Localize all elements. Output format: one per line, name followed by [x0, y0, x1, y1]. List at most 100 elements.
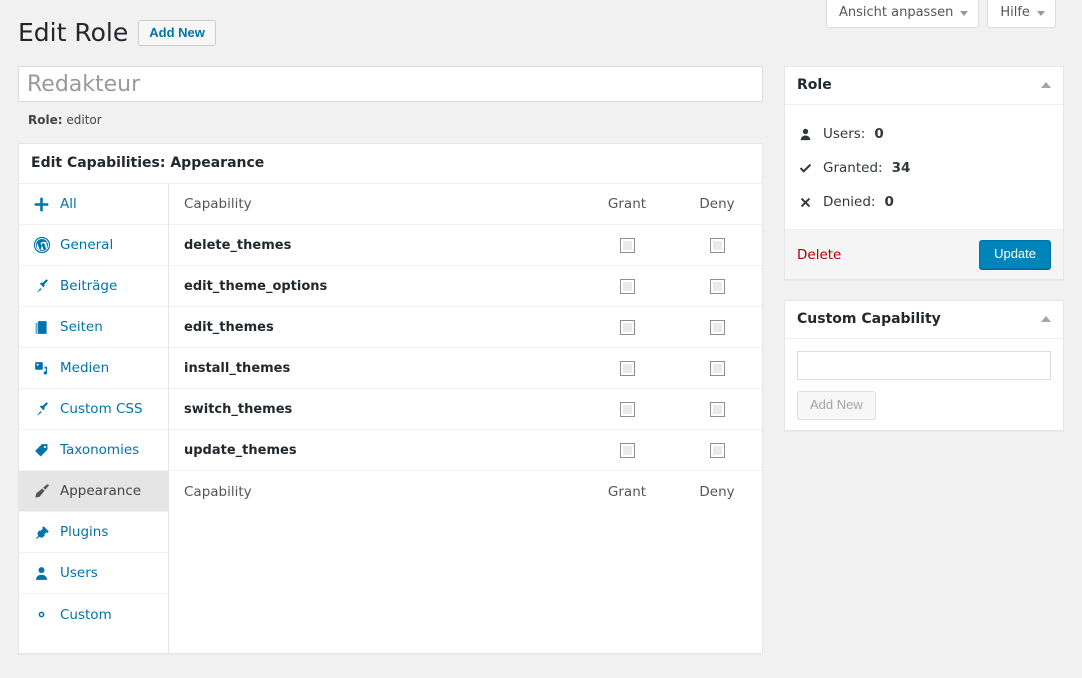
- role-slug-label: Role:: [28, 113, 63, 127]
- screen-meta-links: Ansicht anpassen Hilfe: [826, 0, 1056, 28]
- role-panel: Role Users: 0 Granted: 34 Denied: 0 Dele…: [784, 66, 1064, 280]
- sidebar-item-custom[interactable]: Custom: [19, 594, 168, 635]
- sidebar-item-medien[interactable]: Medien: [19, 348, 168, 389]
- chevron-up-icon[interactable]: [1041, 316, 1051, 322]
- grant-cell: [582, 319, 672, 335]
- grant-cell: [582, 278, 672, 294]
- role-panel-header: Role: [785, 67, 1063, 105]
- gear-icon: [32, 605, 51, 624]
- pin-icon: [32, 400, 51, 419]
- custom-capability-title: Custom Capability: [797, 311, 941, 327]
- capability-name: install_themes: [184, 360, 291, 376]
- role-name-input[interactable]: [18, 66, 763, 102]
- pin-icon: [32, 277, 51, 296]
- sidebar-item-label: Seiten: [60, 319, 103, 335]
- stat-label: Users:: [823, 126, 866, 142]
- role-panel-footer: Delete Update: [785, 229, 1063, 279]
- table-row: update_themes: [169, 430, 762, 471]
- screen-options-label: Ansicht anpassen: [839, 5, 954, 20]
- user-icon: [797, 127, 814, 142]
- sidebar-item-all[interactable]: All: [19, 184, 168, 225]
- sidebar-item-label: Users: [60, 565, 98, 581]
- sidebar-item-label: Plugins: [60, 524, 109, 540]
- sidebar-item-users[interactable]: Users: [19, 553, 168, 594]
- sidebar-item-seiten[interactable]: Seiten: [19, 307, 168, 348]
- capabilities-table: Capability Grant Deny delete_themes edit…: [169, 184, 762, 653]
- sidebar-item-beitraege[interactable]: Beiträge: [19, 266, 168, 307]
- grant-checkbox[interactable]: [619, 401, 635, 417]
- plus-icon: [32, 195, 51, 214]
- sidebar-item-taxonomies[interactable]: Taxonomies: [19, 430, 168, 471]
- deny-cell: [672, 319, 762, 335]
- deny-checkbox[interactable]: [709, 401, 725, 417]
- media-icon: [32, 359, 51, 378]
- custom-capability-body: Add New: [785, 339, 1063, 430]
- edit-capabilities-box: Edit Capabilities: Appearance All Genera…: [18, 143, 763, 654]
- sidebar-item-appearance[interactable]: Appearance: [19, 471, 168, 512]
- brush-icon: [32, 482, 51, 501]
- deny-cell: [672, 237, 762, 253]
- stat-label: Denied:: [823, 194, 876, 210]
- stat-granted: Granted: 34: [797, 151, 1051, 185]
- page-title: Edit Role: [18, 18, 129, 47]
- add-custom-capability-button[interactable]: Add New: [797, 391, 876, 420]
- capability-name: switch_themes: [184, 401, 293, 417]
- chevron-down-icon: [960, 10, 969, 16]
- role-slug-value: editor: [66, 113, 102, 127]
- role-panel-title: Role: [797, 77, 832, 93]
- edit-capabilities-heading: Edit Capabilities: Appearance: [19, 144, 762, 184]
- grant-checkbox[interactable]: [619, 319, 635, 335]
- sidebar-item-label: Taxonomies: [60, 442, 140, 458]
- add-new-role-button[interactable]: Add New: [138, 20, 216, 46]
- stat-value: 0: [874, 126, 884, 142]
- grant-cell: [582, 360, 672, 376]
- tag-icon: [32, 441, 51, 460]
- capability-name: edit_theme_options: [184, 278, 328, 294]
- column-header-grant: Grant: [607, 196, 647, 212]
- chevron-up-icon[interactable]: [1041, 82, 1051, 88]
- main-content: Role: editor Edit Capabilities: Appearan…: [18, 66, 763, 654]
- column-footer-capability: Capability: [184, 483, 252, 500]
- role-slug: Role: editor: [28, 113, 763, 128]
- deny-cell: [672, 360, 762, 376]
- wordpress-icon: [32, 236, 51, 255]
- sidebar-item-custom-css[interactable]: Custom CSS: [19, 389, 168, 430]
- capability-name: update_themes: [184, 442, 297, 458]
- table-row: switch_themes: [169, 389, 762, 430]
- update-role-button[interactable]: Update: [979, 240, 1051, 269]
- chevron-down-icon: [1036, 10, 1045, 16]
- sidebar-item-plugins[interactable]: Plugins: [19, 512, 168, 553]
- grant-cell: [582, 237, 672, 253]
- deny-cell: [672, 401, 762, 417]
- admin-page: Ansicht anpassen Hilfe Edit Role Add New…: [0, 0, 1082, 678]
- deny-checkbox[interactable]: [709, 278, 725, 294]
- pages-icon: [32, 318, 51, 337]
- custom-capability-header: Custom Capability: [785, 301, 1063, 339]
- grant-checkbox[interactable]: [619, 360, 635, 376]
- custom-capability-input[interactable]: [797, 351, 1051, 380]
- grant-checkbox[interactable]: [619, 278, 635, 294]
- sidebar-panels: Role Users: 0 Granted: 34 Denied: 0 Dele…: [784, 66, 1064, 451]
- table-row: edit_theme_options: [169, 266, 762, 307]
- grant-checkbox[interactable]: [619, 442, 635, 458]
- help-label: Hilfe: [1000, 5, 1030, 20]
- stat-value: 0: [884, 194, 894, 210]
- screen-options-button[interactable]: Ansicht anpassen: [826, 0, 980, 28]
- help-button[interactable]: Hilfe: [987, 0, 1056, 28]
- stat-value: 34: [891, 160, 911, 176]
- stat-denied: Denied: 0: [797, 185, 1051, 219]
- deny-checkbox[interactable]: [709, 442, 725, 458]
- grant-cell: [582, 401, 672, 417]
- deny-checkbox[interactable]: [709, 319, 725, 335]
- table-row: edit_themes: [169, 307, 762, 348]
- capability-name: edit_themes: [184, 319, 274, 335]
- sidebar-item-label: Medien: [60, 360, 110, 376]
- table-empty-space: [169, 512, 762, 653]
- deny-checkbox[interactable]: [709, 360, 725, 376]
- deny-checkbox[interactable]: [709, 237, 725, 253]
- sidebar-item-general[interactable]: General: [19, 225, 168, 266]
- delete-role-link[interactable]: Delete: [797, 247, 841, 263]
- capability-name: delete_themes: [184, 237, 292, 253]
- grant-checkbox[interactable]: [619, 237, 635, 253]
- column-header-capability: Capability: [184, 196, 252, 212]
